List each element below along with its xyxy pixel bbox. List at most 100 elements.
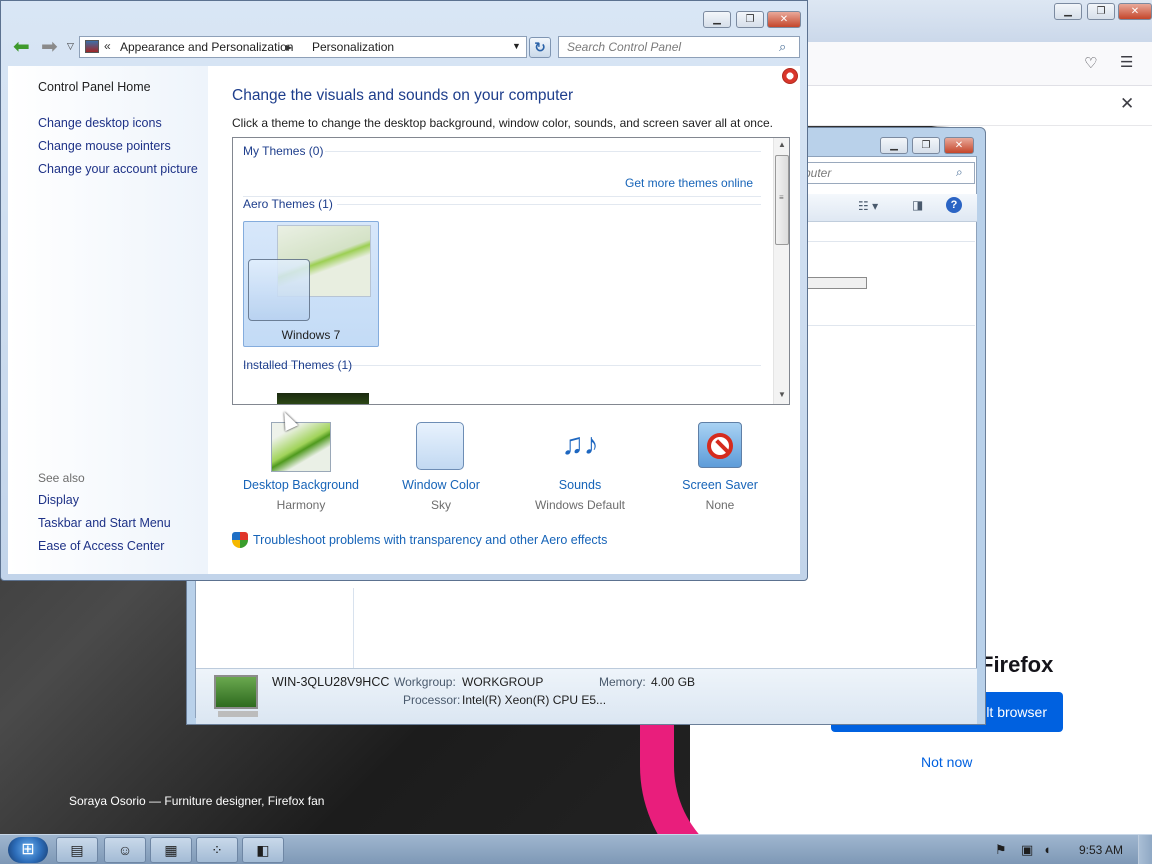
window-color-option[interactable]: Window Color Sky xyxy=(371,422,511,522)
theme-color-swatch xyxy=(248,259,310,321)
forward-arrow-icon[interactable]: ➡ xyxy=(41,37,58,57)
sign-in-link[interactable]: Sign in xyxy=(1066,160,1109,176)
screen-saver-label[interactable]: Screen Saver xyxy=(650,478,790,492)
volume-muted-icon[interactable]: ◖ xyxy=(1043,842,1051,857)
installed-themes-header[interactable]: Installed Themes (1) xyxy=(243,358,352,372)
breadcrumb-appearance[interactable]: Appearance and Personalization xyxy=(120,40,293,54)
system-maximize-button[interactable]: ❐ xyxy=(912,137,940,154)
desktop-background-value: Harmony xyxy=(276,498,326,512)
theme-list-scrollbar[interactable]: ▲ ≡ ▼ xyxy=(773,138,789,404)
details-pane: WIN-3QLU28V9HCC Workgroup: WORKGROUP Mem… xyxy=(196,668,977,724)
system-search-text: puter xyxy=(804,166,832,180)
explorer-icon[interactable]: ▤ xyxy=(56,837,98,863)
system-close-button[interactable]: ✕ xyxy=(944,137,974,154)
control-panel-icon[interactable]: ▦ xyxy=(150,837,192,863)
start-button[interactable]: ⊞ xyxy=(8,837,48,863)
sounds-icon: ♫♪ xyxy=(561,428,599,461)
my-themes-header[interactable]: My Themes (0) xyxy=(243,144,323,158)
scrollbar-thumb[interactable]: ≡ xyxy=(775,155,789,245)
personalization-body: Control Panel Home Change desktop icons … xyxy=(8,66,800,574)
get-more-themes-link[interactable]: Get more themes online xyxy=(625,176,753,190)
page-subtitle: Click a theme to change the desktop back… xyxy=(232,116,773,130)
network-users-icon[interactable]: ☺ xyxy=(104,837,146,863)
sounds-option[interactable]: ♫♪ Sounds Windows Default xyxy=(510,422,650,522)
maximize-button[interactable]: ❐ xyxy=(736,11,764,28)
network-icon[interactable]: ⁘ xyxy=(196,837,238,863)
change-desktop-icons-link[interactable]: Change desktop icons xyxy=(38,116,162,130)
recent-pages-chevron-icon[interactable]: ▽ xyxy=(67,41,74,52)
not-now-link[interactable]: Not now xyxy=(921,754,972,770)
welcome-heading: Firefox xyxy=(980,652,1054,677)
pocket-icon[interactable]: ♡ xyxy=(1084,54,1097,72)
address-bar[interactable]: « Appearance and Personalization ▸ Perso… xyxy=(79,36,527,58)
breadcrumb-personalization[interactable]: Personalization xyxy=(312,40,394,54)
scroll-up-arrow-icon[interactable]: ▲ xyxy=(778,140,786,149)
firefox-close-button[interactable]: ✕ xyxy=(1118,3,1152,20)
installed-theme-thumbnail[interactable] xyxy=(277,393,369,404)
processor-value: Intel(R) Xeon(R) CPU E5... xyxy=(462,693,607,707)
desktop-background-option[interactable]: Desktop Background Harmony xyxy=(231,422,371,522)
firefox-minimize-button[interactable]: ▁ xyxy=(1054,3,1082,20)
show-desktop-button[interactable] xyxy=(1138,835,1152,864)
preview-pane-icon[interactable]: ◨ xyxy=(912,198,923,212)
main-content: Change the visuals and sounds on your co… xyxy=(208,66,800,574)
photo-caption: Soraya Osorio — Furniture designer, Fire… xyxy=(69,794,325,808)
hamburger-menu-icon[interactable]: ☰ xyxy=(1120,53,1133,71)
firefox-app-icon[interactable]: ◧ xyxy=(242,837,284,863)
clock[interactable]: 9:53 AM xyxy=(1079,843,1123,857)
minimize-button[interactable]: ▁ xyxy=(703,11,731,28)
sounds-label[interactable]: Sounds xyxy=(510,478,650,492)
change-mouse-pointers-link[interactable]: Change mouse pointers xyxy=(38,139,171,153)
close-button[interactable]: ✕ xyxy=(767,11,801,28)
display-link[interactable]: Display xyxy=(38,493,79,507)
screen-saver-icon xyxy=(698,422,742,468)
theme-tile-windows-7[interactable]: Windows 7 xyxy=(243,221,379,347)
group-divider xyxy=(325,151,761,152)
network-status-icon[interactable]: ▣ xyxy=(1021,842,1033,858)
action-center-flag-icon[interactable]: ⚑ xyxy=(995,842,1007,858)
personalization-window: ▁ ❐ ✕ ⬅ ➡ ▽ « Appearance and Personaliza… xyxy=(0,0,808,581)
refresh-button[interactable]: ↻ xyxy=(529,37,551,58)
control-panel-home-link[interactable]: Control Panel Home xyxy=(38,80,151,94)
help-icon[interactable] xyxy=(782,68,798,84)
memory-label: Memory: xyxy=(599,675,646,689)
system-search-input[interactable]: puter ⌕ xyxy=(797,162,975,184)
computer-icon-base xyxy=(218,711,258,717)
ease-of-access-link[interactable]: Ease of Access Center xyxy=(38,539,164,553)
breadcrumb-overflow[interactable]: « xyxy=(104,39,111,53)
window-color-label[interactable]: Window Color xyxy=(371,478,511,492)
task-pane: Control Panel Home Change desktop icons … xyxy=(8,66,208,574)
theme-name: Windows 7 xyxy=(281,328,341,342)
screen-saver-option[interactable]: Screen Saver None xyxy=(650,422,790,522)
divider xyxy=(799,241,975,242)
change-account-picture-link[interactable]: Change your account picture xyxy=(38,162,198,176)
taskbar-start-menu-link[interactable]: Taskbar and Start Menu xyxy=(38,516,171,530)
scroll-down-arrow-icon[interactable]: ▼ xyxy=(778,390,786,399)
desktop-background-icon xyxy=(271,422,331,472)
view-options-icon[interactable]: ☷ ▾ xyxy=(858,199,878,213)
window-color-icon xyxy=(416,422,464,470)
theme-list[interactable]: My Themes (0) Get more themes online Aer… xyxy=(232,137,790,405)
system-minimize-button[interactable]: ▁ xyxy=(880,137,908,154)
scroll-grip-icon: ≡ xyxy=(779,193,784,202)
search-input[interactable]: Search Control Panel ⌕ xyxy=(558,36,800,58)
computer-name: WIN-3QLU28V9HCC xyxy=(272,675,390,689)
desktop-background-label[interactable]: Desktop Background xyxy=(231,478,371,492)
search-placeholder: Search Control Panel xyxy=(567,40,682,54)
sounds-value: Windows Default xyxy=(534,498,626,512)
search-icon[interactable]: ⌕ xyxy=(956,165,963,180)
close-icon[interactable]: ✕ xyxy=(1120,94,1134,114)
control-panel-icon xyxy=(85,40,99,53)
help-icon[interactable]: ? xyxy=(946,197,962,213)
search-icon[interactable]: ⌕ xyxy=(779,39,786,55)
firefox-restore-button[interactable]: ❐ xyxy=(1087,3,1115,20)
address-dropdown-icon[interactable]: ▼ xyxy=(512,41,521,51)
aero-themes-header[interactable]: Aero Themes (1) xyxy=(243,197,333,211)
troubleshoot-aero-link[interactable]: Troubleshoot problems with transparency … xyxy=(253,533,607,547)
processor-label: Processor: xyxy=(403,693,461,707)
breadcrumb-arrow-icon[interactable]: ▸ xyxy=(286,40,292,54)
group-divider xyxy=(337,204,761,205)
workgroup-label: Workgroup: xyxy=(394,675,456,689)
no-symbol-icon xyxy=(707,433,733,459)
back-arrow-icon[interactable]: ⬅ xyxy=(13,37,30,57)
